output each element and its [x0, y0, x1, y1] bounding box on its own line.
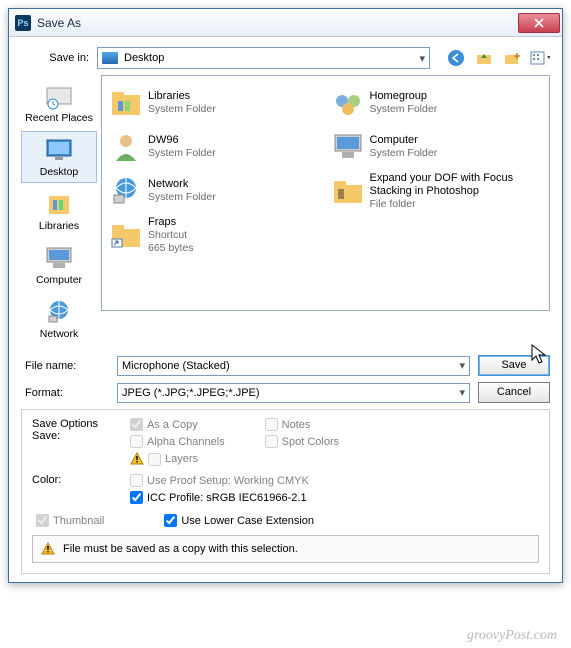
file-item-user[interactable]: DW96System Folder	[108, 126, 322, 168]
file-item-homegroup[interactable]: HomegroupSystem Folder	[330, 82, 544, 124]
warning-icon	[41, 542, 55, 556]
place-recent[interactable]: Recent Places	[21, 77, 97, 129]
titlebar: Ps Save As	[9, 9, 562, 37]
place-computer[interactable]: Computer	[21, 239, 97, 291]
window-title: Save As	[37, 16, 518, 30]
libraries-icon	[110, 87, 142, 119]
warning-text: File must be saved as a copy with this s…	[63, 543, 298, 555]
save-options-title: Save Options	[32, 418, 130, 430]
view-menu-button[interactable]	[530, 48, 550, 68]
save-as-dialog: Ps Save As Save in: Desktop ▾	[8, 8, 563, 583]
color-label: Color:	[32, 474, 130, 504]
chevron-down-icon: ▾	[419, 52, 425, 65]
proof-checkbox: Use Proof Setup: Working CMYK	[130, 474, 309, 487]
save-button[interactable]: Save	[478, 355, 550, 376]
lowercase-checkbox[interactable]: Use Lower Case Extension	[164, 514, 314, 527]
new-folder-button[interactable]	[502, 48, 522, 68]
cancel-button[interactable]: Cancel	[478, 382, 550, 403]
up-button[interactable]	[474, 48, 494, 68]
filename-field[interactable]	[122, 360, 459, 372]
desktop-place-icon	[43, 136, 75, 164]
close-button[interactable]	[518, 13, 560, 33]
file-item-libraries[interactable]: LibrariesSystem Folder	[108, 82, 322, 124]
save-options-group: Save Options Save: As a Copy Alpha Chann…	[21, 409, 550, 574]
icc-checkbox[interactable]: ICC Profile: sRGB IEC61966-2.1	[130, 491, 309, 504]
libraries-place-icon	[43, 190, 75, 218]
format-value: JPEG (*.JPG;*.JPEG;*.JPE)	[122, 387, 459, 399]
desktop-icon	[102, 52, 118, 64]
back-button[interactable]	[446, 48, 466, 68]
network-icon	[110, 175, 142, 207]
network-place-icon	[43, 298, 75, 326]
computer-place-icon	[43, 244, 75, 272]
recent-places-icon	[43, 82, 75, 110]
folder-shortcut-icon	[110, 219, 142, 251]
folder-icon	[332, 175, 364, 207]
file-item-network[interactable]: NetworkSystem Folder	[108, 170, 322, 212]
watermark: groovyPost.com	[467, 628, 557, 644]
save-in-value: Desktop	[124, 52, 419, 64]
file-list[interactable]: LibrariesSystem Folder HomegroupSystem F…	[101, 75, 550, 311]
places-bar: Recent Places Desktop Libraries Computer…	[21, 75, 97, 347]
file-item-folder[interactable]: Expand your DOF with Focus Stacking in P…	[330, 170, 544, 212]
notes-checkbox: Notes	[265, 418, 339, 431]
alpha-checkbox: Alpha Channels	[130, 435, 225, 448]
chevron-down-icon[interactable]: ▾	[459, 359, 465, 372]
homegroup-icon	[332, 87, 364, 119]
spot-checkbox: Spot Colors	[265, 435, 339, 448]
place-network[interactable]: Network	[21, 293, 97, 345]
place-desktop[interactable]: Desktop	[21, 131, 97, 183]
computer-icon	[332, 131, 364, 163]
user-icon	[110, 131, 142, 163]
format-dropdown[interactable]: JPEG (*.JPG;*.JPEG;*.JPE) ▾	[117, 383, 470, 403]
close-icon	[534, 18, 544, 28]
filename-label: File name:	[21, 360, 109, 372]
file-item-computer[interactable]: ComputerSystem Folder	[330, 126, 544, 168]
file-item-shortcut[interactable]: FrapsShortcut665 bytes	[108, 214, 322, 256]
as-copy-checkbox: As a Copy	[130, 418, 225, 431]
save-in-label: Save in:	[21, 52, 97, 64]
thumbnail-checkbox: Thumbnail	[36, 514, 104, 527]
save-in-dropdown[interactable]: Desktop ▾	[97, 47, 430, 69]
layers-checkbox: Layers	[130, 452, 225, 466]
place-libraries[interactable]: Libraries	[21, 185, 97, 237]
photoshop-app-icon: Ps	[15, 15, 31, 31]
format-label: Format:	[21, 387, 109, 399]
chevron-down-icon[interactable]: ▾	[459, 386, 465, 399]
warning-icon	[130, 452, 144, 466]
save-sublabel: Save:	[32, 430, 130, 442]
filename-input[interactable]: ▾	[117, 356, 470, 376]
warning-message: File must be saved as a copy with this s…	[32, 535, 539, 563]
